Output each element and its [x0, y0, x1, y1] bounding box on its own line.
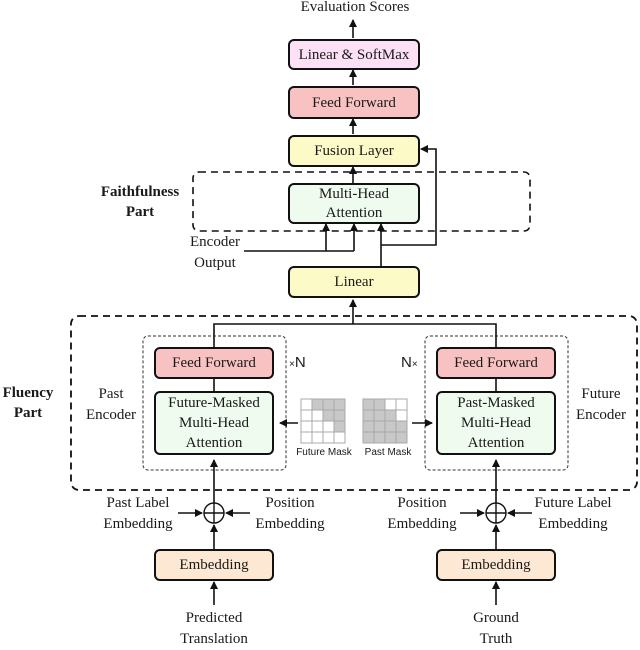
past-label-embedding-label: Past Label Embedding — [98, 493, 178, 535]
left-sum-icon — [203, 502, 225, 524]
faithfulness-label-line1: Faithfulness — [100, 184, 180, 200]
future-feed-forward-block: Feed Forward — [436, 347, 556, 379]
future-label-line1: Future Label — [534, 495, 612, 511]
ground-truth-label: Ground Truth — [446, 608, 546, 650]
mask-cell — [373, 398, 386, 411]
mask-cell — [395, 431, 408, 444]
future-encoder-label-line1: Future — [581, 386, 621, 402]
mask-cell — [384, 409, 397, 422]
mask-cell — [322, 398, 335, 411]
past-masked-attention-line1: Past-Masked — [457, 395, 535, 411]
mask-cell — [300, 409, 313, 422]
mask-cell — [395, 420, 408, 433]
fusion-layer-block: Fusion Layer — [288, 135, 420, 167]
future-encoder-label: Future Encoder — [570, 384, 632, 426]
faithfulness-label-line2: Part — [125, 204, 155, 220]
linear-softmax-block: Linear & SoftMax — [288, 39, 420, 70]
past-mask-label: Past Mask — [364, 447, 412, 458]
past-encoder-repeat: ×N — [289, 352, 306, 375]
predicted-translation-line1: Predicted — [185, 610, 243, 626]
mask-cell — [333, 409, 346, 422]
mask-cell — [311, 409, 324, 422]
repeat-n: N — [294, 354, 306, 371]
top-feed-forward-block: Feed Forward — [288, 86, 420, 119]
mask-cell — [384, 431, 397, 444]
faithfulness-attention-line1: Multi-Head — [319, 185, 389, 202]
left-position-line1: Position — [265, 495, 315, 511]
future-label-line2: Embedding — [538, 516, 608, 532]
mask-cell — [300, 431, 313, 444]
future-masked-attention-block: Future-Masked Multi-Head Attention — [154, 391, 274, 455]
right-sum-icon — [485, 502, 507, 524]
ground-truth-line2: Truth — [479, 631, 513, 647]
right-position-line2: Embedding — [387, 516, 457, 532]
left-position-line2: Embedding — [255, 516, 325, 532]
output-label: Evaluation Scores — [300, 0, 410, 15]
mask-cell — [311, 398, 324, 411]
predicted-translation-label: Predicted Translation — [164, 608, 264, 650]
past-mask-grid — [362, 398, 408, 444]
predicted-translation-line2: Translation — [180, 631, 248, 647]
past-feed-forward-block: Feed Forward — [154, 347, 274, 379]
past-label-line1: Past Label — [106, 495, 170, 511]
encoder-output-line1: Encoder — [190, 234, 240, 250]
mask-cell — [395, 409, 408, 422]
future-encoder-repeat: N× — [401, 352, 418, 375]
repeat-n: N — [401, 354, 412, 371]
faithfulness-attention-line2: Attention — [325, 204, 383, 221]
past-encoder-label-line1: Past — [98, 386, 124, 402]
mask-cell — [373, 409, 386, 422]
mask-cell — [300, 420, 313, 433]
fluency-part-label: Fluency Part — [0, 383, 56, 423]
mask-cell — [373, 420, 386, 433]
mask-cell — [362, 398, 375, 411]
past-encoder-label-line2: Encoder — [86, 407, 136, 423]
right-position-line1: Position — [397, 495, 447, 511]
right-position-embedding-label: Position Embedding — [382, 493, 462, 535]
future-encoder-label-line2: Encoder — [576, 407, 626, 423]
mask-cell — [333, 398, 346, 411]
linear-block: Linear — [288, 266, 420, 298]
fluency-label-line2: Part — [13, 405, 43, 421]
faithfulness-part-label: Faithfulness Part — [86, 182, 194, 222]
mask-cell — [384, 398, 397, 411]
mask-cell — [362, 431, 375, 444]
encoder-output-label: Encoder Output — [180, 232, 250, 274]
mask-cell — [362, 409, 375, 422]
left-position-embedding-label: Position Embedding — [250, 493, 330, 535]
mask-cell — [373, 431, 386, 444]
mask-cell — [322, 431, 335, 444]
future-mask-grid — [300, 398, 346, 444]
right-embedding-block: Embedding — [436, 549, 556, 581]
mask-cell — [300, 398, 313, 411]
past-label-line2: Embedding — [103, 516, 173, 532]
left-embedding-block: Embedding — [154, 549, 274, 581]
mask-cell — [333, 420, 346, 433]
ground-truth-line1: Ground — [473, 610, 519, 626]
future-masked-attention-line3: Attention — [185, 435, 243, 451]
future-label-embedding-label: Future Label Embedding — [528, 493, 618, 535]
past-masked-attention-line3: Attention — [467, 435, 525, 451]
mask-cell — [395, 398, 408, 411]
future-masked-attention-line2: Multi-Head — [179, 415, 249, 431]
future-masked-attention-line1: Future-Masked — [168, 395, 260, 411]
mask-cell — [322, 409, 335, 422]
mask-cell — [311, 431, 324, 444]
mask-cell — [362, 420, 375, 433]
past-masked-attention-line2: Multi-Head — [461, 415, 531, 431]
faithfulness-attention-block: Multi-Head Attention — [288, 183, 420, 224]
repeat-times-symbol: × — [411, 359, 418, 370]
encoder-output-line2: Output — [194, 255, 236, 271]
encoders-merge-line — [213, 323, 497, 348]
mask-cell — [322, 420, 335, 433]
fluency-label-line1: Fluency — [2, 385, 54, 401]
future-mask-label: Future Mask — [296, 447, 352, 458]
mask-cell — [384, 420, 397, 433]
past-masked-attention-block: Past-Masked Multi-Head Attention — [436, 391, 556, 455]
mask-cell — [333, 431, 346, 444]
mask-cell — [311, 420, 324, 433]
past-encoder-label: Past Encoder — [80, 384, 142, 426]
